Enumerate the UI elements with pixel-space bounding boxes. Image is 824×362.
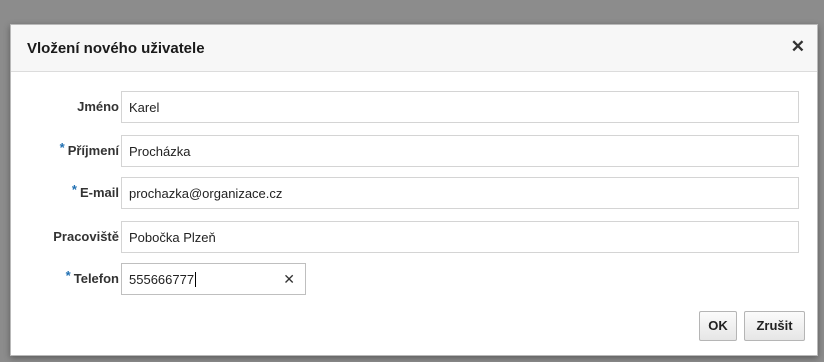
text-caret — [195, 272, 197, 287]
phone-row: * Telefon 555666777 ✕ — [11, 263, 819, 295]
first-name-row: Jméno Karel — [11, 91, 819, 123]
workplace-label: Pracoviště — [53, 229, 119, 244]
close-icon[interactable]: ✕ — [791, 37, 805, 57]
phone-value: 555666777 — [129, 272, 197, 287]
first-name-value: Karel — [129, 100, 160, 115]
phone-input[interactable]: 555666777 ✕ — [121, 263, 306, 295]
email-value: prochazka@organizace.cz — [129, 186, 283, 201]
workplace-value: Pobočka Plzeň — [129, 230, 216, 245]
last-name-label: * Příjmení — [59, 140, 119, 158]
first-name-input[interactable]: Karel — [121, 91, 799, 123]
first-name-label: Jméno — [77, 99, 119, 114]
dialog-title: Vložení nového uživatele — [27, 40, 205, 57]
ok-button[interactable]: OK — [699, 311, 737, 341]
email-row: * E-mail prochazka@organizace.cz — [11, 177, 819, 209]
required-marker: * — [71, 182, 77, 197]
required-marker: * — [65, 268, 71, 283]
phone-label: * Telefon — [65, 268, 119, 286]
required-marker: * — [59, 140, 65, 155]
dialog-header: Vložení nového uživatele ✕ — [11, 25, 817, 72]
email-input[interactable]: prochazka@organizace.cz — [121, 177, 799, 209]
email-label: * E-mail — [71, 182, 119, 200]
last-name-value: Procházka — [129, 144, 191, 159]
cancel-button[interactable]: Zrušit — [744, 311, 805, 341]
last-name-row: * Příjmení Procházka — [11, 135, 819, 167]
workplace-row: Pracoviště Pobočka Plzeň — [11, 221, 819, 253]
workplace-input[interactable]: Pobočka Plzeň — [121, 221, 799, 253]
clear-input-icon[interactable]: ✕ — [283, 271, 295, 288]
insert-user-dialog: Vložení nového uživatele ✕ Jméno Karel *… — [10, 24, 818, 356]
last-name-input[interactable]: Procházka — [121, 135, 799, 167]
